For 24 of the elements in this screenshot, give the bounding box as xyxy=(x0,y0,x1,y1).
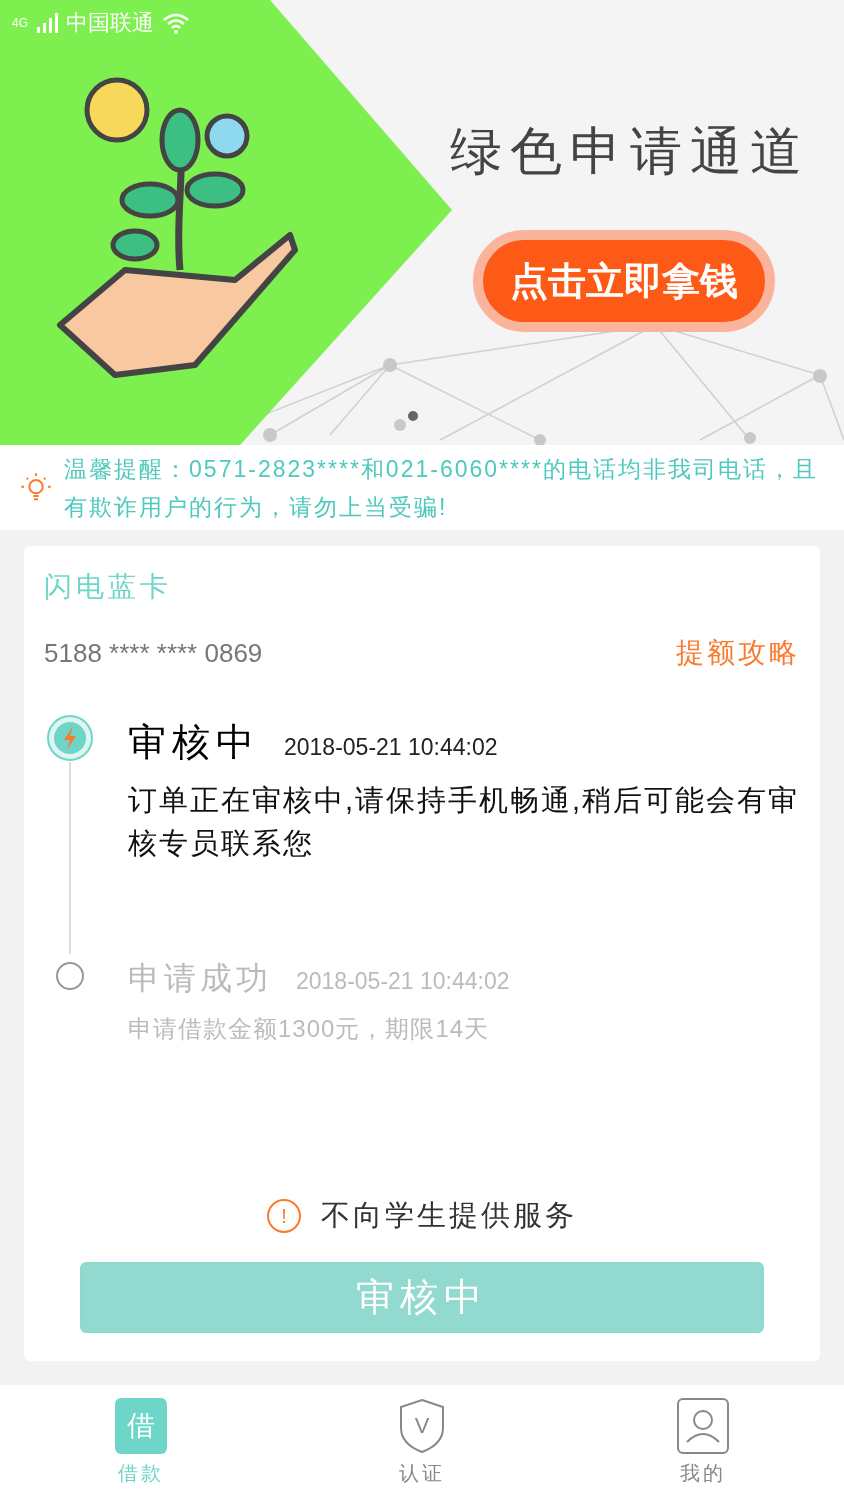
loan-icon: 借 xyxy=(114,1397,167,1454)
status-time: 2018-05-21 10:44:02 xyxy=(296,967,510,996)
carrier-name: 中国联通 xyxy=(66,9,154,37)
network-type: 4G xyxy=(12,14,28,32)
signal-icon xyxy=(36,11,58,34)
status-title: 申请成功 xyxy=(128,959,272,998)
status-description: 申请借款金额1300元，期限14天 xyxy=(128,1014,491,1044)
card-name: 闪电蓝卡 xyxy=(44,570,173,604)
warning-icon: ! xyxy=(267,1198,301,1233)
notice-text: 温馨提醒：0571-2823****和021-6060****的电话均非我司电话，且有欺诈用户的行为，请勿上当受骗! xyxy=(64,454,819,522)
nav-tab[interactable]: 借 借款 xyxy=(0,1385,282,1500)
wifi-icon xyxy=(162,11,190,34)
shield-icon: V xyxy=(398,1397,446,1454)
person-icon xyxy=(677,1397,730,1454)
status-title: 审核中 xyxy=(128,720,260,765)
warning-text: 不向学生提供服务 xyxy=(321,1198,577,1233)
status-time: 2018-05-21 10:44:02 xyxy=(284,733,498,762)
status-description: 订单正在审核中,请保持手机畅通,稍后可能会有审核专员联系您 xyxy=(128,783,800,861)
raise-limit-link[interactable]: 提额攻略 xyxy=(676,632,800,674)
nav-tab[interactable]: V 认证 xyxy=(281,1385,563,1500)
banner-title: 绿色申请通道 xyxy=(450,121,810,182)
get-money-button[interactable]: 点击立即拿钱 xyxy=(473,230,775,332)
card-number: 5188 **** **** 0869 xyxy=(44,636,263,670)
nav-tab[interactable]: 我的 xyxy=(562,1385,844,1500)
